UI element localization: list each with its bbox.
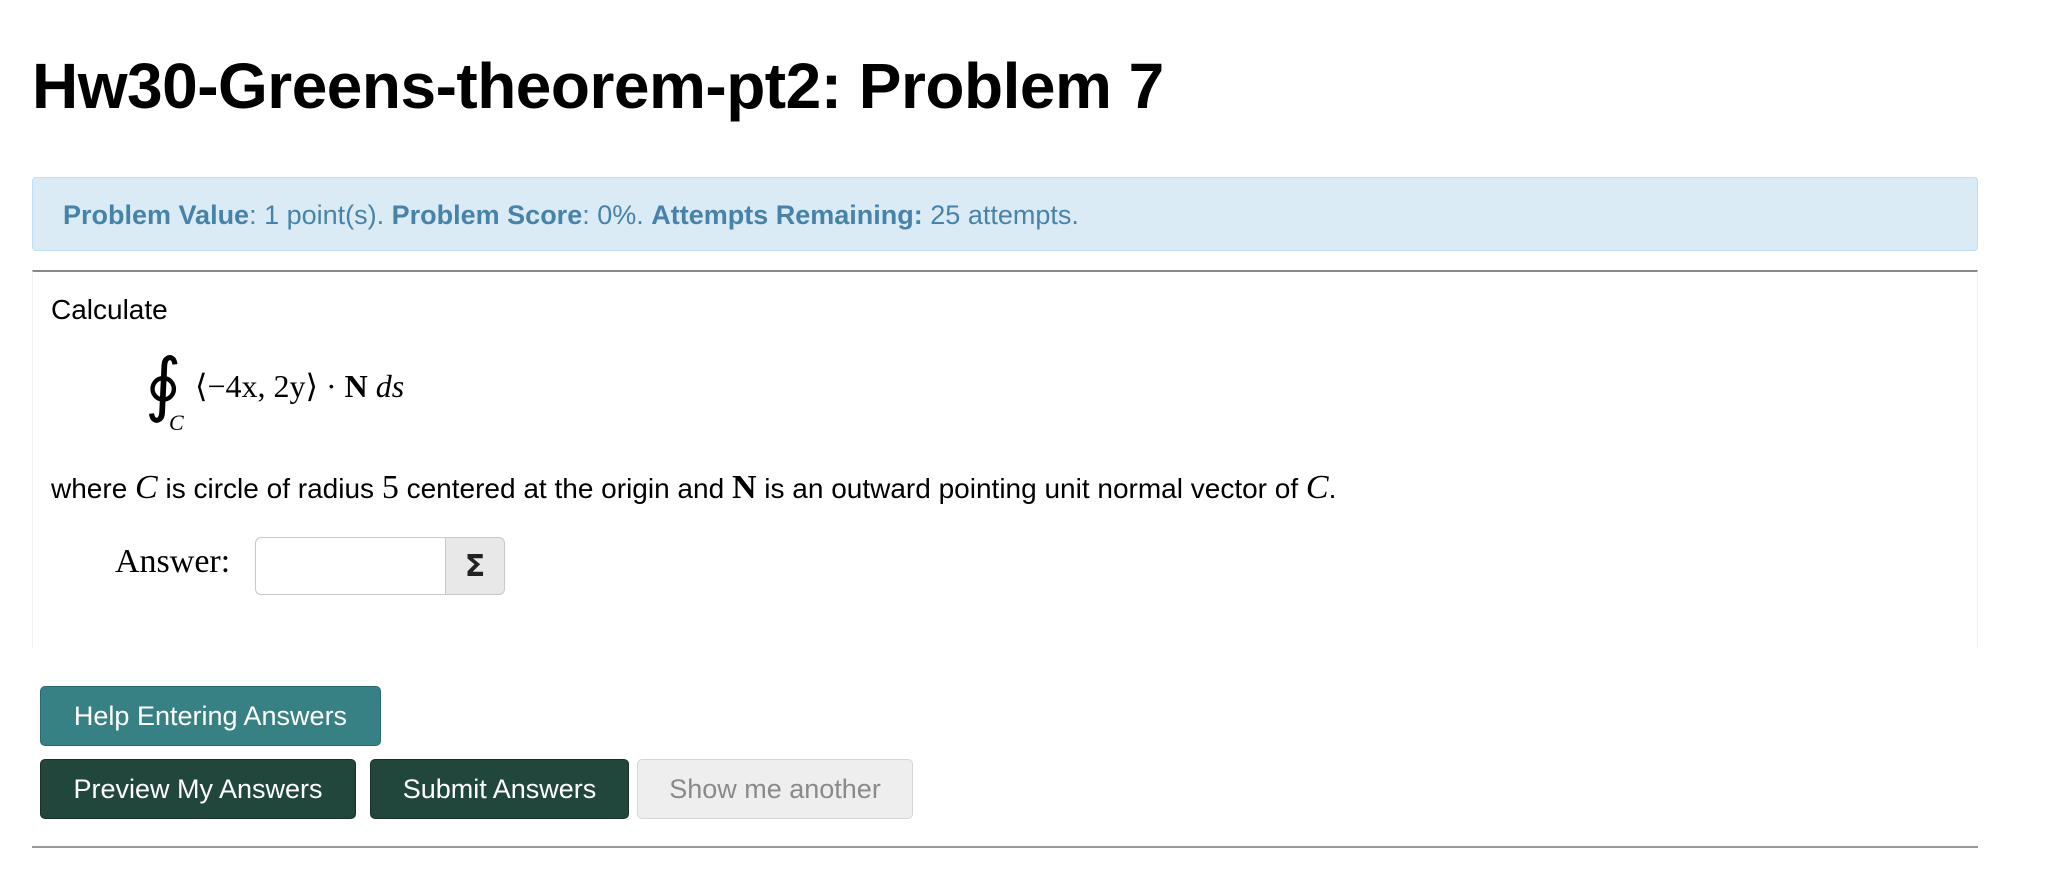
curve-symbol: C (1305, 469, 1329, 506)
radius-value: 5 (381, 469, 399, 506)
description-text: . (1328, 473, 1337, 504)
description-text: centered at the origin and (398, 473, 732, 504)
problem-info-alert: Problem Value: 1 point(s). Problem Score… (32, 177, 1978, 251)
preview-answers-button[interactable]: Preview My Answers (40, 759, 356, 819)
curve-symbol: C (135, 469, 158, 506)
description-text: is an outward pointing unit normal vecto… (756, 473, 1306, 504)
differential: ds (367, 368, 405, 404)
description-text: where (51, 473, 136, 504)
attempts-remaining-label: Attempts Remaining: (651, 200, 923, 230)
page-title: Hw30-Greens-theorem-pt2: Problem 7 (32, 50, 1164, 122)
problem-body: Calculate ∮ C ⟨−4x, 2y⟩ · N ds where C i… (32, 270, 1978, 648)
answer-input[interactable] (255, 537, 445, 595)
answer-label: Answer: (115, 543, 231, 580)
integrand: ⟨−4x, 2y⟩ · N ds (195, 366, 404, 406)
normal-vector-symbol: N (344, 368, 368, 404)
integral-expression: ∮ C ⟨−4x, 2y⟩ · N ds (113, 344, 713, 450)
problem-description: where C is circle of radius 5 centered a… (51, 468, 1336, 509)
problem-value-label: Problem Value (63, 200, 250, 230)
description-text: is circle of radius (157, 473, 382, 504)
bottom-divider (32, 846, 1978, 848)
equation-editor-button[interactable]: Σ (445, 537, 505, 595)
help-entering-answers-button[interactable]: Help Entering Answers (40, 686, 381, 746)
show-another-button[interactable]: Show me another (637, 759, 913, 819)
problem-value-text: : 1 point(s). (249, 200, 392, 230)
attempts-remaining-text: 25 attempts. (922, 200, 1079, 230)
normal-vector-symbol: N (731, 469, 757, 506)
submit-answers-button[interactable]: Submit Answers (370, 759, 629, 819)
problem-score-label: Problem Score (391, 200, 583, 230)
integral-subscript: C (169, 410, 184, 435)
problem-intro: Calculate (51, 294, 168, 325)
problem-score-text: : 0%. (582, 200, 652, 230)
answer-input-group: Σ (255, 537, 505, 595)
integrand-vector: ⟨−4x, 2y⟩ (195, 368, 319, 404)
sigma-icon: Σ (464, 548, 486, 584)
dot-operator: · (318, 368, 345, 404)
